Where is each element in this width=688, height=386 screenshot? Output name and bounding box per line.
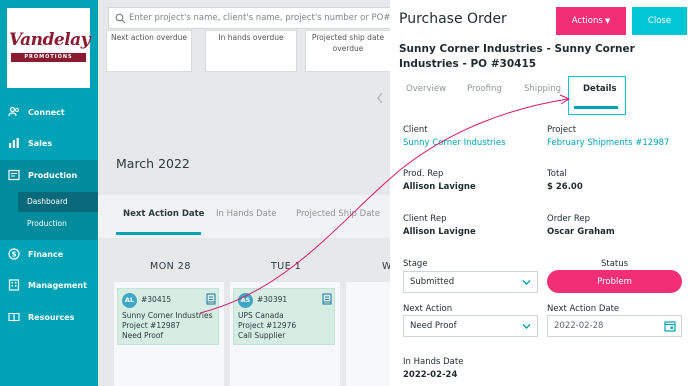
chevron-down-icon bbox=[522, 280, 531, 285]
project-link[interactable]: February Shipments #12987 bbox=[547, 138, 669, 148]
total-label: Total bbox=[547, 169, 567, 179]
active-tab-underline bbox=[116, 232, 201, 235]
client-link[interactable]: Sunny Corner Industries bbox=[403, 138, 506, 148]
tab-proofing[interactable]: Proofing bbox=[467, 84, 502, 94]
summary-card-label: Next action overdue bbox=[110, 33, 188, 42]
tab-next-action-date[interactable]: Next Action Date bbox=[123, 209, 204, 219]
calendar-icon[interactable] bbox=[664, 320, 676, 332]
summary-card-in-hands-overdue[interactable]: In hands overdue bbox=[205, 30, 297, 72]
next-action-date-value: 2022-02-28 bbox=[554, 321, 604, 331]
status-label: Status bbox=[601, 259, 629, 269]
card-client: UPS Canada bbox=[238, 311, 284, 320]
sidebar-item-management[interactable]: Management bbox=[0, 270, 98, 300]
stage-select[interactable]: Submitted bbox=[403, 271, 538, 293]
close-button[interactable]: Close bbox=[632, 7, 687, 35]
po-card[interactable]: AS #30391 UPS Canada Project #12976 Call… bbox=[233, 288, 335, 345]
sidebar-subitem-dashboard[interactable]: Dashboard bbox=[18, 192, 98, 212]
next-action-select[interactable]: Need Proof bbox=[403, 315, 538, 337]
summary-card-label: Projected ship date overdue bbox=[311, 33, 385, 53]
month-heading: March 2022 bbox=[116, 156, 190, 171]
sidebar-item-connect[interactable]: Connect bbox=[0, 97, 98, 127]
sidebar-item-production[interactable]: Production bbox=[0, 160, 98, 190]
order-rep-label: Order Rep bbox=[547, 214, 591, 224]
people-icon bbox=[8, 106, 20, 118]
client-rep-value: Allison Lavigne bbox=[403, 227, 476, 237]
next-action-value: Need Proof bbox=[410, 321, 457, 331]
building-icon bbox=[8, 279, 20, 291]
card-next-action: Need Proof bbox=[122, 331, 164, 340]
search-placeholder: Enter project's name, client's name, pro… bbox=[129, 13, 391, 23]
logo-subtext: PROMOTIONS bbox=[11, 53, 86, 62]
logo-text: Vandelay bbox=[9, 30, 91, 50]
document-icon[interactable] bbox=[322, 293, 332, 305]
sidebar-item-label: Resources bbox=[28, 312, 75, 322]
active-tab-underline bbox=[574, 106, 618, 109]
in-hands-value: 2022-02-24 bbox=[403, 370, 458, 380]
bar-chart-icon bbox=[8, 137, 20, 149]
chevron-down-icon bbox=[522, 324, 531, 329]
card-project: Project #12976 bbox=[238, 321, 297, 330]
po-subtitle: Sunny Corner Industries - Sunny Corner I… bbox=[399, 43, 635, 70]
tab-details-label: Details bbox=[583, 84, 617, 94]
avatar: AS bbox=[238, 293, 253, 308]
document-icon[interactable] bbox=[206, 293, 216, 305]
purchase-order-panel: Purchase Order Actions ▼ Close Sunny Cor… bbox=[390, 0, 688, 386]
client-label: Client bbox=[403, 125, 428, 135]
prod-rep-value: Allison Lavigne bbox=[403, 182, 476, 192]
card-project: Project #12987 bbox=[122, 321, 181, 330]
order-rep-value: Oscar Graham bbox=[547, 227, 615, 237]
po-card[interactable]: AL #30415 Sunny Corner Industries Projec… bbox=[117, 288, 219, 345]
sidebar-item-label: Production bbox=[28, 170, 78, 180]
card-client: Sunny Corner Industries bbox=[122, 311, 213, 320]
po-number: #30391 bbox=[257, 295, 288, 304]
tab-projected-ship-date[interactable]: Projected Ship Date bbox=[296, 209, 380, 219]
tab-details[interactable]: Details bbox=[568, 76, 626, 115]
sidebar-item-label: Management bbox=[28, 280, 87, 290]
sidebar-subitem-production[interactable]: Production bbox=[18, 214, 98, 234]
avatar: AL bbox=[122, 293, 137, 308]
sidebar-item-label: Finance bbox=[28, 249, 64, 259]
tab-overview[interactable]: Overview bbox=[406, 84, 446, 94]
production-icon bbox=[8, 169, 20, 181]
status-problem-button[interactable]: Problem bbox=[547, 270, 682, 293]
next-action-date-label: Next Action Date bbox=[547, 304, 620, 314]
summary-card-next-action-overdue[interactable]: Next action overdue bbox=[106, 30, 192, 72]
sidebar-item-sales[interactable]: Sales bbox=[0, 128, 98, 158]
day-header-tue: TUE 1 bbox=[271, 261, 302, 272]
prod-rep-label: Prod. Rep bbox=[403, 169, 444, 179]
po-number: #30415 bbox=[141, 295, 172, 304]
project-label: Project bbox=[547, 125, 577, 135]
panel-title: Purchase Order bbox=[399, 11, 507, 27]
stage-label: Stage bbox=[403, 259, 428, 269]
sidebar-item-label: Sales bbox=[28, 138, 53, 148]
dollar-icon: $ bbox=[8, 248, 20, 260]
client-rep-label: Client Rep bbox=[403, 214, 447, 224]
sidebar-item-label: Connect bbox=[28, 107, 65, 117]
summary-card-ship-date-overdue[interactable]: Projected ship date overdue bbox=[305, 30, 391, 72]
total-value: $ 26.00 bbox=[547, 182, 583, 192]
tab-in-hands-date[interactable]: In Hands Date bbox=[216, 209, 276, 219]
actions-label: Actions bbox=[571, 16, 603, 26]
day-header-mon: MON 28 bbox=[150, 261, 191, 272]
sidebar-item-finance[interactable]: $ Finance bbox=[0, 239, 98, 269]
book-icon bbox=[8, 311, 20, 323]
tab-shipping[interactable]: Shipping bbox=[524, 84, 561, 94]
next-action-label: Next Action bbox=[403, 304, 453, 314]
search-input[interactable]: Enter project's name, client's name, pro… bbox=[108, 7, 398, 29]
board-tabs: Next Action Date In Hands Date Projected… bbox=[98, 195, 390, 238]
card-next-action: Call Supplier bbox=[238, 331, 286, 340]
actions-button[interactable]: Actions ▼ bbox=[556, 7, 626, 35]
svg-text:$: $ bbox=[12, 251, 17, 259]
day-column bbox=[346, 282, 390, 386]
chevron-left-icon[interactable] bbox=[376, 92, 384, 104]
sidebar-item-resources[interactable]: Resources bbox=[0, 302, 98, 332]
in-hands-label: In Hands Date bbox=[403, 357, 464, 367]
sidebar: Vandelay PROMOTIONS Connect Sales Produc… bbox=[0, 0, 98, 386]
stage-value: Submitted bbox=[410, 277, 455, 287]
caret-down-icon: ▼ bbox=[604, 17, 611, 25]
search-icon bbox=[115, 13, 126, 24]
next-action-date-field[interactable]: 2022-02-28 bbox=[547, 315, 682, 337]
company-logo[interactable]: Vandelay PROMOTIONS bbox=[7, 8, 91, 88]
summary-card-label: In hands overdue bbox=[218, 33, 284, 42]
